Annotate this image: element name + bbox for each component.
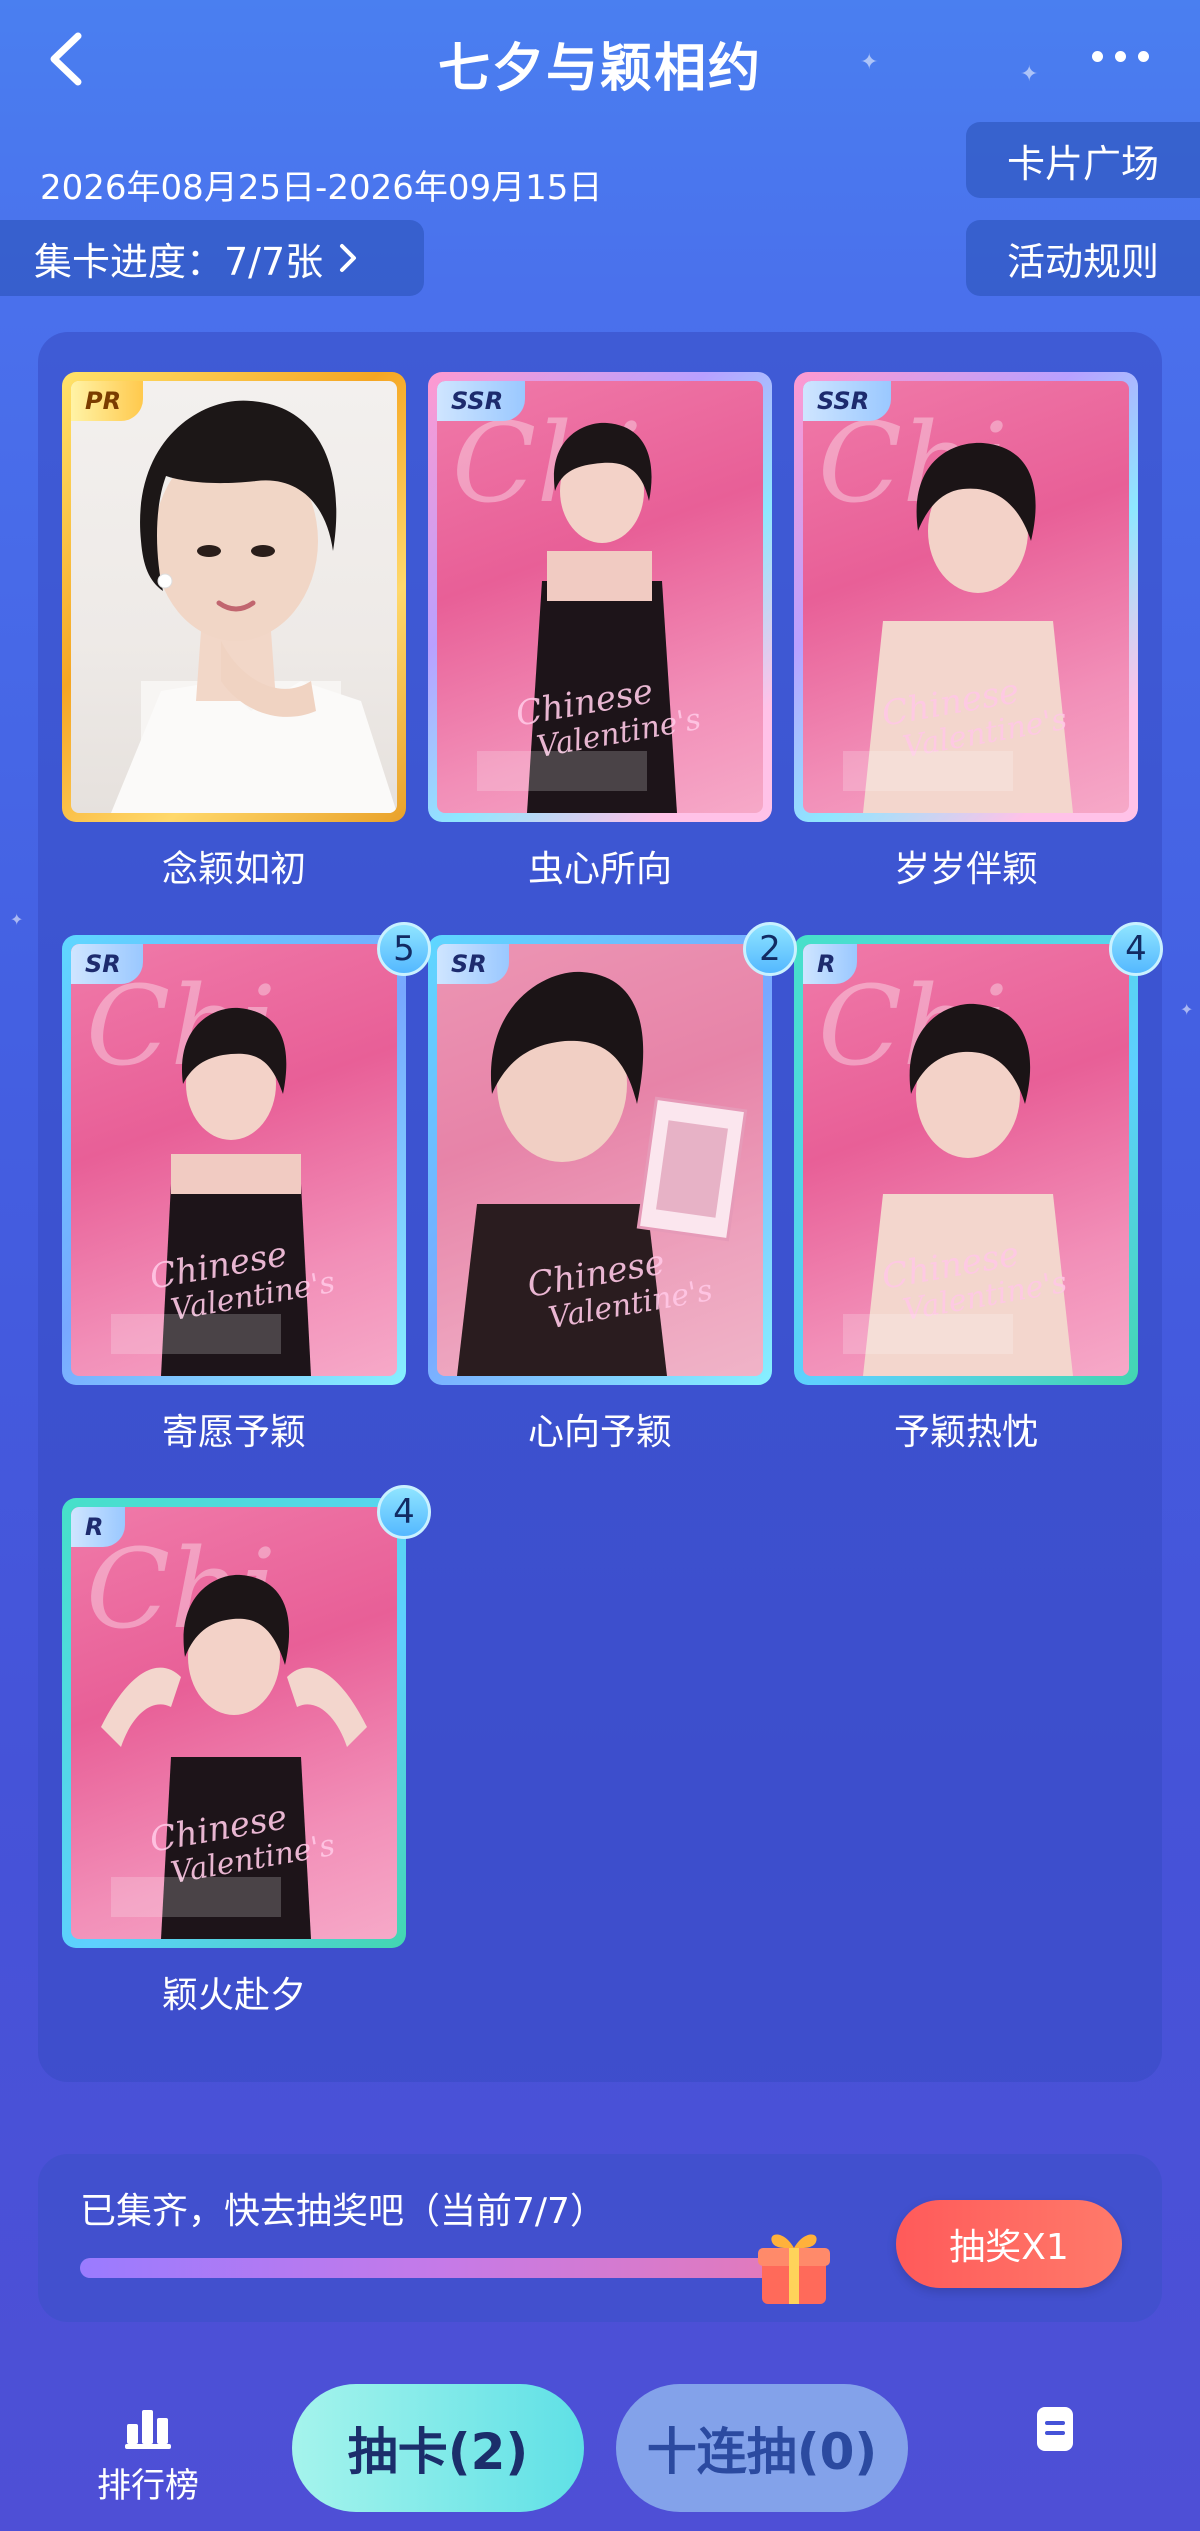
ten-draw-button[interactable]: 十连抽(0) <box>616 2384 908 2512</box>
event-date-range: 2026年08月25日-2026年09月15日 <box>40 168 603 208</box>
card-count-badge: 4 <box>377 1485 431 1539</box>
lottery-progress-fill <box>80 2258 800 2278</box>
more-options-button[interactable] <box>1080 36 1160 76</box>
header: 七夕与颖相约 <box>0 0 1200 120</box>
leaderboard-icon <box>125 2410 171 2449</box>
lottery-progress-bar <box>80 2258 800 2278</box>
lottery-panel: 已集齐，快去抽奖吧（当前7/7） 抽奖X1 <box>38 2154 1162 2322</box>
card-name: 予颖热忱 <box>893 1412 1038 1453</box>
rarity-tag: SR <box>437 944 509 984</box>
card-name: 岁岁伴颖 <box>893 849 1038 890</box>
draw-record-button[interactable] <box>1010 2404 1100 2460</box>
card-name: 念颖如初 <box>161 849 306 890</box>
card-image: SR Chi Chinese Valentine's <box>71 944 397 1376</box>
lottery-status-text: 已集齐，快去抽奖吧（当前7/7） <box>80 2191 606 2232</box>
rarity-tag: PR <box>71 381 144 421</box>
card-item[interactable]: SSR Chi Chinese Valentine's <box>428 372 772 822</box>
bottom-action-bar: 排行榜 抽卡(2) 十连抽(0) <box>0 2360 1200 2531</box>
page-title: 七夕与颖相约 <box>437 39 762 99</box>
collection-progress-button[interactable]: 集卡进度：7/7张 <box>0 220 424 296</box>
card-count-badge: 2 <box>743 922 797 976</box>
leaderboard-label: 排行榜 <box>97 2466 199 2506</box>
card-count-badge: 4 <box>1109 922 1163 976</box>
card-item[interactable]: SR Chi Chinese Valentine's <box>62 935 406 1385</box>
sparkle-decoration: ✦ <box>10 910 24 929</box>
document-icon <box>1037 2407 1073 2451</box>
card-name: 寄愿予颖 <box>161 1412 306 1453</box>
draw-card-button[interactable]: 抽卡(2) <box>292 2384 584 2512</box>
lottery-draw-button[interactable]: 抽奖X1 <box>896 2200 1122 2288</box>
gift-box-icon <box>758 2234 830 2304</box>
card-name: 心向予颖 <box>527 1412 672 1453</box>
card-item[interactable]: R Chi Chinese Valentine's <box>62 1498 406 1948</box>
card-image: R Chi Chinese Valentine's <box>803 944 1129 1376</box>
card-image: SR Chinese Valentine's <box>437 944 763 1376</box>
card-item[interactable]: SSR Chi Chinese Valentine's <box>794 372 1138 822</box>
portrait-image: Chi Chinese Valentine's <box>452 399 704 813</box>
rarity-tag: SSR <box>437 381 526 421</box>
card-count-badge: 5 <box>377 922 431 976</box>
card-image: SSR Chi Chinese Valentine's <box>803 381 1129 813</box>
portrait-image <box>111 400 397 813</box>
portrait-image: Chi Chinese Valentine's <box>86 962 338 1376</box>
more-dot-icon <box>1114 50 1126 62</box>
portrait-image: Chi Chinese Valentine's <box>818 962 1073 1376</box>
rarity-tag: SR <box>71 944 143 984</box>
rarity-tag: R <box>71 1507 126 1547</box>
event-rules-button[interactable]: 活动规则 <box>966 220 1200 296</box>
card-item[interactable]: PR <box>62 372 406 822</box>
chevron-right-icon <box>340 244 357 272</box>
card-image: SSR Chi Chinese Valentine's <box>437 381 763 813</box>
card-collection-panel: PR 念颖如初 SSR Chi Chinese Valentine's 虫心所向… <box>38 332 1163 2082</box>
card-item[interactable]: R Chi Chinese Valentine's <box>794 935 1138 1385</box>
card-item[interactable]: SR Chinese Valentine's <box>428 935 772 1385</box>
collection-progress-label: 集卡进度：7/7张 <box>34 239 324 284</box>
portrait-image: Chi Chinese Valentine's <box>818 399 1073 813</box>
card-name: 虫心所向 <box>527 849 672 890</box>
card-square-button[interactable]: 卡片广场 <box>966 122 1200 198</box>
rarity-tag: R <box>803 944 858 984</box>
more-dot-icon <box>1137 50 1149 62</box>
rarity-tag: SSR <box>803 381 892 421</box>
card-name: 颖火赴夕 <box>161 1975 306 2016</box>
more-dot-icon <box>1091 50 1103 62</box>
card-image: R Chi Chinese Valentine's <box>71 1507 397 1939</box>
portrait-image: Chi Chinese Valentine's <box>86 1525 367 1939</box>
sparkle-decoration: ✦ <box>1180 1000 1194 1019</box>
leaderboard-button[interactable]: 排行榜 <box>88 2402 208 2507</box>
card-image: PR <box>71 381 397 813</box>
portrait-image: Chinese Valentine's <box>437 944 763 1376</box>
